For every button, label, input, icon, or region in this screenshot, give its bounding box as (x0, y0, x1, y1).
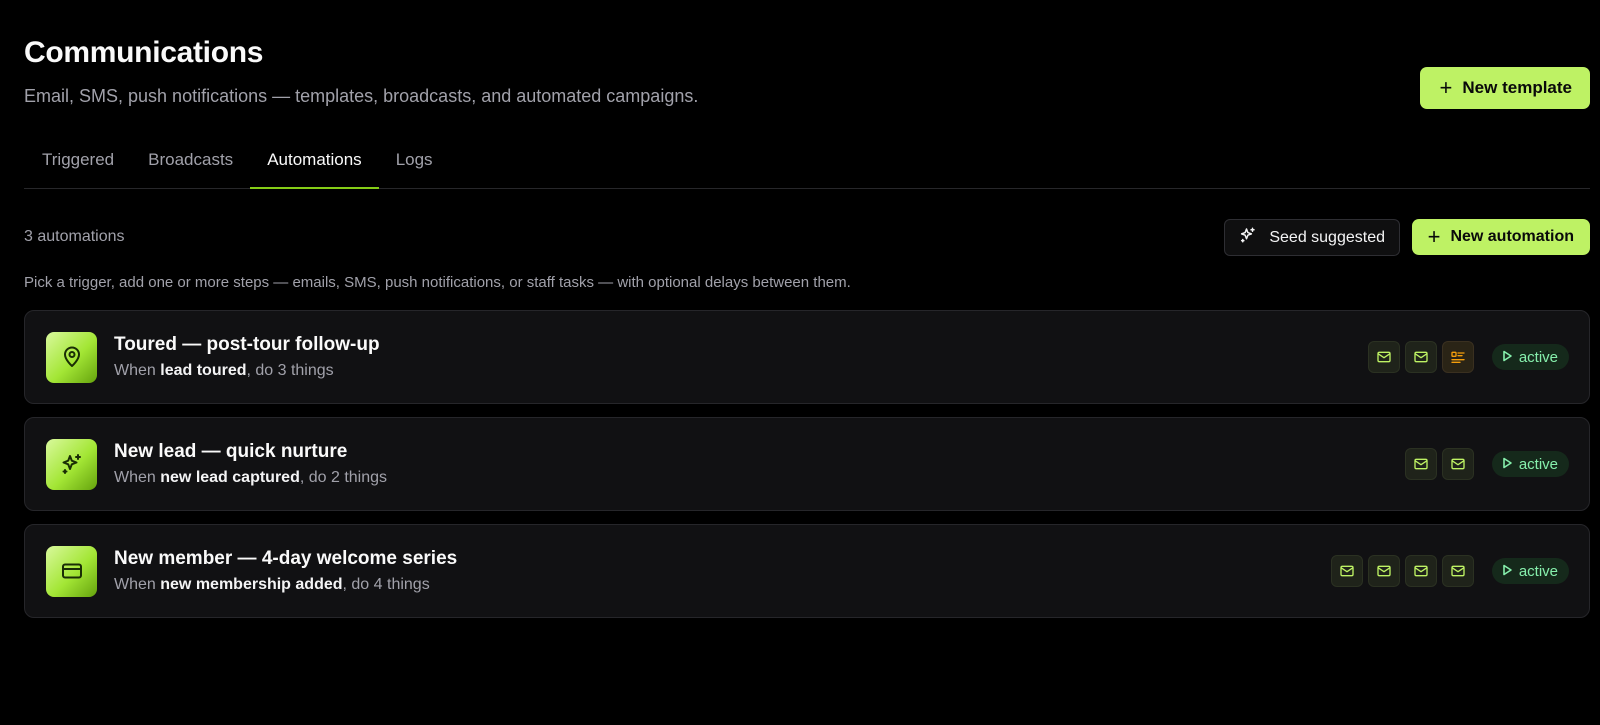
task-list-icon (1441, 341, 1474, 373)
tab-triggered[interactable]: Triggered (24, 140, 131, 188)
sparkles-icon (46, 438, 97, 490)
play-icon (1502, 349, 1513, 366)
play-icon (1502, 456, 1513, 473)
automation-card[interactable]: New lead — quick nurture When new lead c… (24, 417, 1590, 511)
mail-icon (1404, 448, 1437, 480)
trigger-name: new membership added (160, 576, 343, 593)
mail-icon (1330, 555, 1363, 587)
automation-card[interactable]: Toured — post-tour follow-up When lead t… (24, 310, 1590, 404)
automation-summary: When new lead captured, do 2 things (114, 469, 388, 486)
map-pin-icon (46, 331, 97, 383)
page-header: Communications Email, SMS, push notifica… (24, 36, 698, 107)
plus-icon: + (1439, 75, 1453, 100)
new-template-button[interactable]: + New template (1419, 67, 1590, 109)
status-badge: active (1491, 558, 1569, 584)
new-template-label: New template (1462, 78, 1572, 97)
tab-bar: Triggered Broadcasts Automations Logs (24, 140, 1590, 189)
mail-icon (1404, 341, 1437, 373)
automation-summary: When lead toured, do 3 things (114, 362, 334, 379)
trigger-name: lead toured (160, 362, 247, 379)
status-label: active (1518, 562, 1558, 580)
step-list (1367, 341, 1474, 373)
plus-icon: + (1427, 224, 1441, 249)
page-subtitle: Email, SMS, push notifications — templat… (24, 86, 699, 106)
automation-list: Toured — post-tour follow-up When lead t… (24, 310, 1590, 631)
status-label: active (1518, 455, 1558, 473)
trigger-name: new lead captured (160, 469, 300, 486)
mail-icon (1367, 555, 1400, 587)
credit-card-icon (46, 545, 97, 597)
status-label: active (1518, 348, 1558, 366)
new-automation-label: New automation (1450, 228, 1574, 245)
mail-icon (1404, 555, 1437, 587)
tab-automations[interactable]: Automations (250, 140, 379, 189)
automation-title: New member — 4-day welcome series (114, 548, 458, 569)
tab-logs[interactable]: Logs (379, 140, 450, 188)
seed-suggested-button[interactable]: Seed suggested (1224, 219, 1400, 256)
tab-broadcasts[interactable]: Broadcasts (131, 140, 250, 188)
step-list (1404, 448, 1474, 480)
seed-suggested-label: Seed suggested (1269, 228, 1385, 246)
mail-icon (1367, 341, 1400, 373)
sparkles-icon (1239, 226, 1257, 249)
automations-hint: Pick a trigger, add one or more steps — … (24, 274, 851, 291)
automation-card[interactable]: New member — 4-day welcome series When n… (24, 524, 1590, 618)
automation-title: Toured — post-tour follow-up (114, 334, 380, 355)
status-badge: active (1491, 451, 1569, 477)
mail-icon (1441, 448, 1474, 480)
automation-count: 3 automations (24, 228, 125, 245)
automation-summary: When new membership added, do 4 things (114, 576, 430, 593)
automation-title: New lead — quick nurture (114, 441, 348, 462)
play-icon (1502, 563, 1513, 580)
page-title: Communications (24, 36, 264, 69)
step-list (1330, 555, 1474, 587)
status-badge: active (1491, 344, 1569, 370)
mail-icon (1441, 555, 1474, 587)
new-automation-button[interactable]: + New automation (1411, 219, 1590, 255)
